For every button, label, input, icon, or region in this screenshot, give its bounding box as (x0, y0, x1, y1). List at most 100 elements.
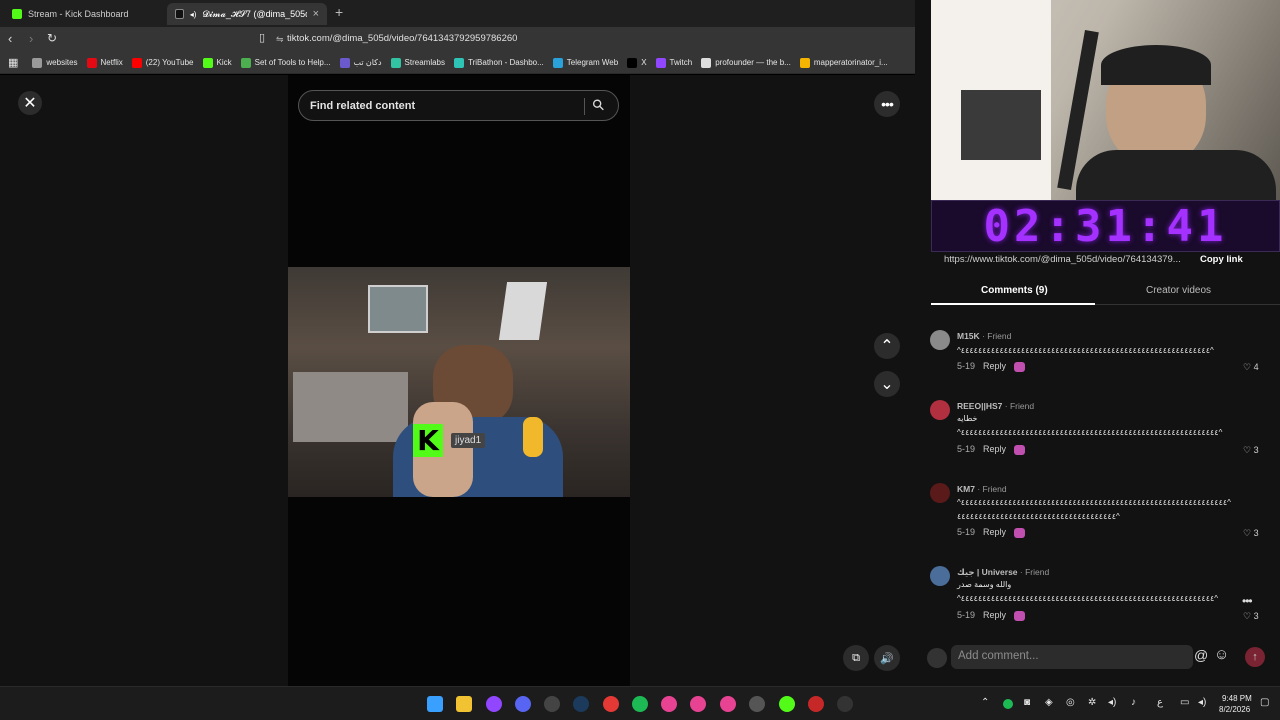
bookmark-item[interactable]: Kick (202, 57, 232, 68)
bookmark-favicon-icon (86, 57, 97, 68)
taskbar-app-red-icon[interactable] (603, 696, 619, 712)
chevron-up-icon[interactable]: ⌃ (981, 697, 989, 708)
comment-meta: 5-19 Reply (957, 610, 1026, 621)
bed (293, 372, 408, 442)
bookmark-item[interactable]: websites (32, 57, 78, 68)
avatar[interactable] (930, 566, 950, 586)
comment-username[interactable]: KM7 · Friend (957, 484, 1007, 494)
bookmark-item[interactable]: X (627, 57, 647, 68)
bookmark-item[interactable]: Streamlabs (390, 57, 446, 68)
back-icon[interactable]: ‹ (8, 31, 12, 46)
avatar[interactable] (930, 483, 950, 503)
more-options-button[interactable]: ••• (874, 91, 900, 117)
bookmark-item[interactable]: mapperatorinator_i... (799, 57, 888, 68)
bookmark-item[interactable]: Set of Tools to Help... (240, 57, 331, 68)
taskbar-app-pink-3-icon[interactable] (720, 696, 736, 712)
url-field[interactable]: tiktok.com/@dima_505d/video/764134379295… (287, 33, 517, 44)
taskbar-app-red-2-icon[interactable] (808, 696, 824, 712)
emoji-picker-icon[interactable]: ☺ (1214, 646, 1229, 663)
taskbar-steam-icon[interactable] (573, 696, 589, 712)
mention-icon[interactable]: @ (1194, 647, 1208, 663)
bookmark-label: دكان تب (353, 58, 382, 67)
reply-button[interactable]: Reply (983, 444, 1006, 454)
tiktok-video-page: ✕ Find related content ⚲ ••• ⌃ ⌄ ⧉ 🔊 (0, 75, 915, 686)
volume-button[interactable]: 🔊 (874, 645, 900, 671)
bookmark-label: Streamlabs (404, 58, 446, 67)
taskbar-explorer-icon[interactable] (456, 696, 472, 712)
reply-button[interactable]: Reply (983, 527, 1006, 537)
bookmark-item[interactable]: Netflix (86, 57, 123, 68)
copy-link-button[interactable]: Copy link (1200, 254, 1243, 265)
comment-username[interactable]: جيك | Universe · Friend (957, 567, 1049, 578)
taskbar-spotify-icon[interactable] (632, 696, 648, 712)
bookmark-icon[interactable]: ▯ (259, 31, 265, 44)
site-info-icon[interactable]: ⇋ (276, 34, 284, 45)
shield-tray-icon[interactable]: ◈ (1045, 697, 1053, 708)
taskbar-discord-icon[interactable] (515, 696, 531, 712)
like-button[interactable]: ♡ 3 (1243, 528, 1259, 539)
comment-text: ^٤٤٤٤٤٤٤٤٤٤٤٤٤٤٤٤٤٤٤٤٤٤٤٤٤٤٤٤٤٤٤٤٤٤٤٤٤٤٤… (957, 346, 1214, 355)
bookmark-item[interactable]: TriBathon - Dashbo... (454, 57, 544, 68)
search-icon[interactable]: ⚲ (588, 95, 609, 115)
avatar[interactable] (930, 400, 950, 420)
taskbar-kick-icon[interactable] (779, 696, 795, 712)
taskbar-app-pink-2-icon[interactable] (690, 696, 706, 712)
taskbar-app-dark-icon[interactable] (749, 696, 765, 712)
comment-text: ^٤٤٤٤٤٤٤٤٤٤٤٤٤٤٤٤٤٤٤٤٤٤٤٤٤٤٤٤٤٤٤٤٤٤٤٤٤٤٤… (957, 594, 1219, 603)
close-tab-icon[interactable]: × (313, 8, 319, 20)
bookmark-item[interactable]: Telegram Web (552, 57, 618, 68)
bookmark-item[interactable]: (22) YouTube (131, 57, 194, 68)
tab-tiktok[interactable]: ◂) 𝓓𝓲𝓶𝓪_𝓗𝓢7 (@dima_505d) | T × (167, 3, 327, 25)
bookmark-item[interactable]: profounder — the b... (701, 57, 791, 68)
taskbar-twitch-studio-icon[interactable] (486, 696, 502, 712)
bookmark-item[interactable]: Twitch (655, 57, 692, 68)
taskbar-app-pink-1-icon[interactable] (661, 696, 677, 712)
microphone-tray-icon[interactable]: ♪ (1131, 697, 1136, 708)
reply-button[interactable]: Reply (983, 610, 1006, 620)
network-icon[interactable]: ▭ (1180, 697, 1189, 708)
discord-tray-icon[interactable]: ◙ (1024, 697, 1030, 708)
comment-username[interactable]: REEO||HS7 · Friend (957, 401, 1034, 411)
avatar[interactable] (930, 330, 950, 350)
taskbar-start-icon[interactable] (427, 696, 443, 712)
related-search-input[interactable]: Find related content ⚲ (298, 90, 619, 121)
picture-in-picture-button[interactable]: ⧉ (843, 645, 869, 671)
language-indicator[interactable]: ع (1157, 697, 1163, 708)
tab-comments[interactable]: Comments (9) (981, 285, 1048, 296)
heart-icon: ♡ (1243, 528, 1252, 538)
app-tray-icon[interactable]: ◎ (1066, 697, 1075, 708)
clock-date[interactable]: 8/2/2026 (1219, 705, 1250, 714)
like-button[interactable]: ♡ 3 (1243, 445, 1259, 456)
settings-tray-icon[interactable]: ✲ (1088, 697, 1096, 708)
close-video-button[interactable]: ✕ (18, 91, 42, 115)
next-video-button[interactable]: ⌄ (874, 371, 900, 397)
share-link-text[interactable]: https://www.tiktok.com/@dima_505d/video/… (944, 254, 1181, 265)
taskbar-obs-icon[interactable] (544, 696, 560, 712)
tab-kick-dashboard[interactable]: Stream - Kick Dashboard (4, 3, 164, 25)
like-button[interactable]: ♡ 4 (1243, 362, 1259, 373)
like-button[interactable]: ♡ 3 (1243, 611, 1259, 622)
notification-icon[interactable]: ▢ (1260, 697, 1269, 708)
previous-video-button[interactable]: ⌃ (874, 333, 900, 359)
bookmark-favicon-icon (202, 57, 213, 68)
stream-timer-overlay: 02:31:41 (931, 200, 1280, 252)
apps-grid-icon[interactable]: ▦ (8, 56, 18, 69)
forward-icon[interactable]: › (29, 31, 33, 46)
tab-creator-videos[interactable]: Creator videos (1146, 285, 1211, 296)
emoji-icon (1014, 527, 1026, 538)
reply-button[interactable]: Reply (983, 361, 1006, 371)
new-tab-button[interactable]: + (335, 4, 343, 20)
add-comment-input[interactable]: Add comment... (951, 645, 1193, 669)
bookmark-favicon-icon (339, 57, 350, 68)
video-player[interactable] (288, 267, 630, 497)
clock-time[interactable]: 9:48 PM (1222, 694, 1252, 703)
speaker-tray-icon[interactable]: ◂) (1198, 697, 1206, 708)
spotify-tray-icon[interactable] (1003, 699, 1013, 709)
taskbar-terminal-icon[interactable] (837, 696, 853, 712)
post-comment-button[interactable]: ↑ (1245, 647, 1265, 667)
bookmark-item[interactable]: دكان تب (339, 57, 382, 68)
comment-username[interactable]: M15K · Friend (957, 331, 1011, 341)
comment-more-icon[interactable]: ••• (1242, 594, 1253, 608)
volume-tray-icon[interactable]: ◂) (1108, 697, 1116, 708)
reload-icon[interactable]: ↻ (47, 31, 57, 45)
